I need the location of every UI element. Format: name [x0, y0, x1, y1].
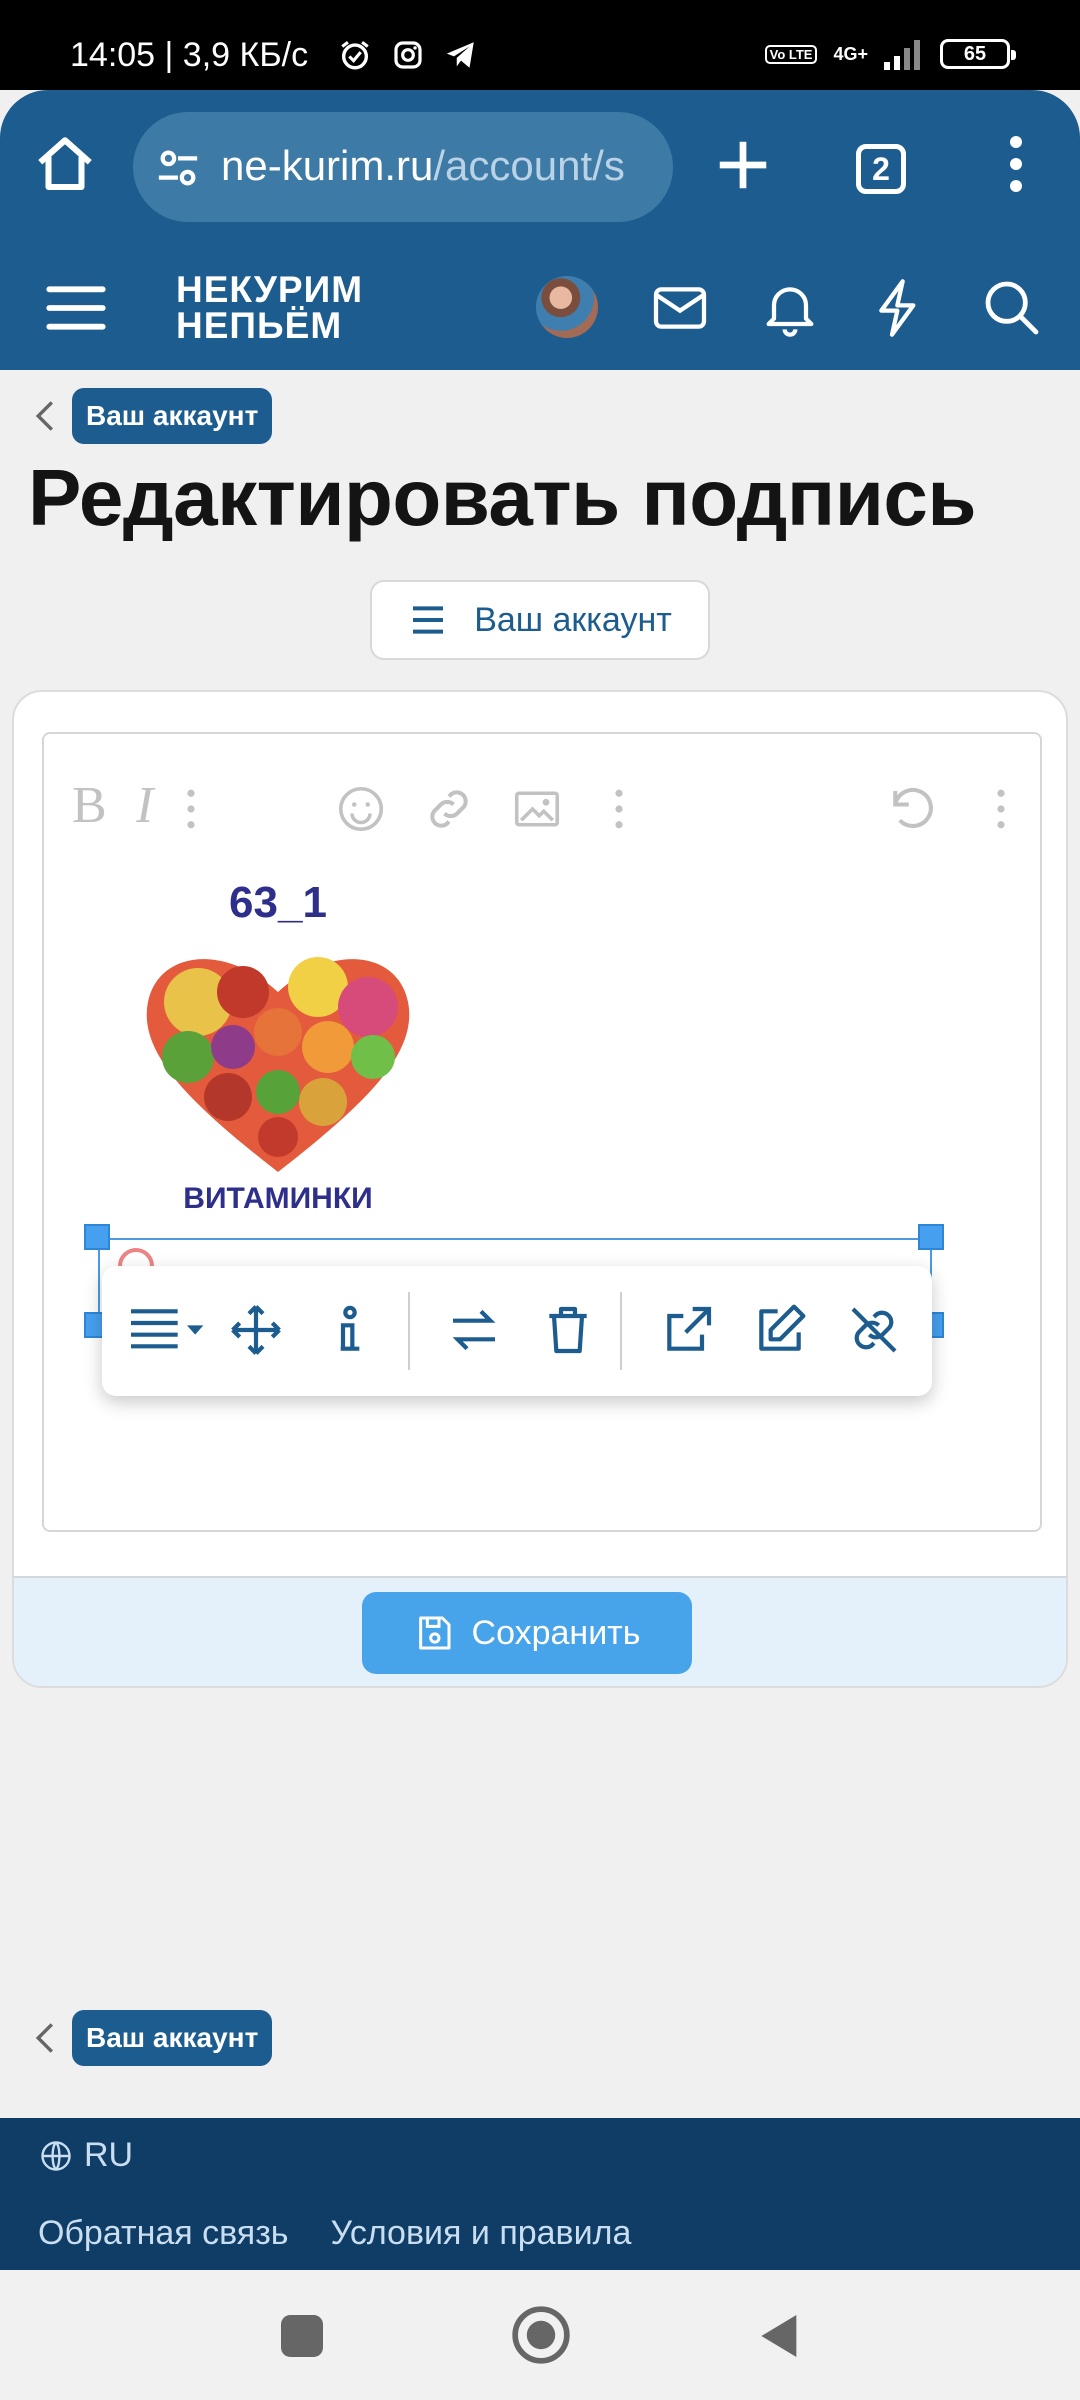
home-icon[interactable] — [32, 132, 98, 198]
system-nav-bar — [0, 2270, 1080, 2400]
site-footer: RU Обратная связь Условия и правила — [0, 2118, 1080, 2270]
network-type: 4G+ — [833, 43, 868, 64]
open-link-icon[interactable] — [660, 1302, 716, 1358]
resize-handle[interactable] — [918, 1224, 944, 1250]
logo-line-1: НЕКУРИМ — [176, 269, 364, 310]
feedback-link[interactable]: Обратная связь — [38, 2214, 289, 2253]
signature-card: B I 63_1 ВИТАМИНКИ Сохранить — [12, 690, 1068, 1688]
site-logo[interactable]: НЕКУРИМ НЕПЬЁМ — [176, 269, 364, 346]
url-path: /account/s — [433, 142, 625, 189]
instagram-icon — [394, 41, 422, 69]
save-icon — [418, 1616, 451, 1650]
more-icon[interactable] — [592, 782, 646, 836]
browser-toolbar: ne-kurim.ru/account/s 2 — [0, 90, 1080, 246]
battery-icon: 65 — [940, 39, 1016, 69]
edit-link-icon[interactable] — [752, 1302, 808, 1358]
site-header: НЕКУРИМ НЕПЬЁМ — [0, 246, 1080, 370]
breadcrumb: Ваш аккаунт — [32, 388, 273, 444]
form-actions: Сохранить — [14, 1576, 1066, 1686]
resize-handle[interactable] — [84, 1224, 110, 1250]
fruit-heart-illustration — [146, 957, 410, 1172]
image-toolbar — [102, 1266, 932, 1396]
browser-menu-icon[interactable] — [996, 134, 1036, 194]
move-icon[interactable] — [228, 1302, 284, 1358]
info-icon[interactable] — [322, 1302, 378, 1358]
signature-image[interactable]: 63_1 ВИТАМИНКИ — [102, 872, 454, 1232]
volte-badge: Vo LTE — [764, 44, 818, 64]
site-settings-icon[interactable] — [155, 145, 201, 191]
hamburger-menu-icon[interactable] — [44, 276, 108, 340]
logo-line-2: НЕПЬЁМ — [176, 305, 343, 346]
image-title: 63_1 — [229, 878, 327, 927]
undo-icon[interactable] — [884, 782, 938, 836]
url-host: ne-kurim.ru — [221, 142, 434, 189]
italic-icon[interactable]: I — [136, 776, 153, 835]
bold-icon[interactable]: B — [72, 776, 107, 835]
image-icon[interactable] — [510, 782, 564, 836]
delete-icon[interactable] — [540, 1302, 596, 1358]
bolt-icon[interactable] — [868, 276, 932, 340]
telegram-icon — [446, 42, 474, 68]
unlink-icon[interactable] — [846, 1302, 902, 1358]
save-label: Сохранить — [471, 1613, 641, 1652]
battery-level: 65 — [963, 42, 987, 65]
search-icon[interactable] — [980, 276, 1044, 340]
terms-link[interactable]: Условия и правила — [331, 2214, 632, 2253]
bell-icon[interactable] — [758, 276, 822, 340]
globe-icon — [41, 2140, 71, 2171]
list-icon — [413, 606, 444, 634]
save-button[interactable]: Сохранить — [362, 1592, 692, 1674]
status-time: 14:05 | 3,9 КБ/с — [70, 36, 309, 74]
breadcrumb: Ваш аккаунт — [32, 2010, 273, 2066]
breadcrumb-link[interactable]: Ваш аккаунт — [72, 2010, 273, 2066]
language-label: RU — [84, 2136, 134, 2174]
tab-switcher-button[interactable]: 2 — [856, 144, 906, 194]
alarm-icon — [341, 41, 369, 70]
toolbar-divider — [620, 1292, 622, 1370]
account-menu-button[interactable]: Ваш аккаунт — [370, 580, 710, 660]
address-bar[interactable]: ne-kurim.ru/account/s — [133, 112, 673, 222]
signal-icon — [884, 40, 920, 70]
back-icon[interactable] — [752, 2308, 808, 2364]
home-button-icon[interactable] — [510, 2304, 572, 2366]
more-icon[interactable] — [164, 782, 218, 836]
chevron-left-icon — [35, 401, 54, 431]
new-tab-icon[interactable] — [712, 134, 774, 196]
avatar[interactable] — [536, 276, 598, 338]
breadcrumb-link[interactable]: Ваш аккаунт — [72, 388, 273, 444]
replace-icon[interactable] — [446, 1302, 502, 1358]
language-selector[interactable]: RU — [38, 2136, 133, 2175]
image-caption: ВИТАМИНКИ — [183, 1182, 373, 1215]
toolbar-divider — [408, 1292, 410, 1370]
chevron-left-icon — [35, 2023, 54, 2053]
align-icon[interactable] — [126, 1302, 206, 1358]
more-icon[interactable] — [974, 782, 1028, 836]
recents-icon[interactable] — [274, 2308, 330, 2364]
status-bar: 14:05 | 3,9 КБ/с Vo LTE 4G+ 65 — [0, 0, 1080, 90]
mail-icon[interactable] — [648, 276, 712, 340]
page-title: Редактировать подпись — [28, 453, 977, 542]
account-menu-label: Ваш аккаунт — [474, 600, 672, 639]
url-text: ne-kurim.ru/account/s — [221, 142, 661, 190]
smiley-icon[interactable] — [334, 782, 388, 836]
link-icon[interactable] — [422, 782, 476, 836]
rich-text-editor[interactable]: B I 63_1 ВИТАМИНКИ — [42, 732, 1042, 1532]
